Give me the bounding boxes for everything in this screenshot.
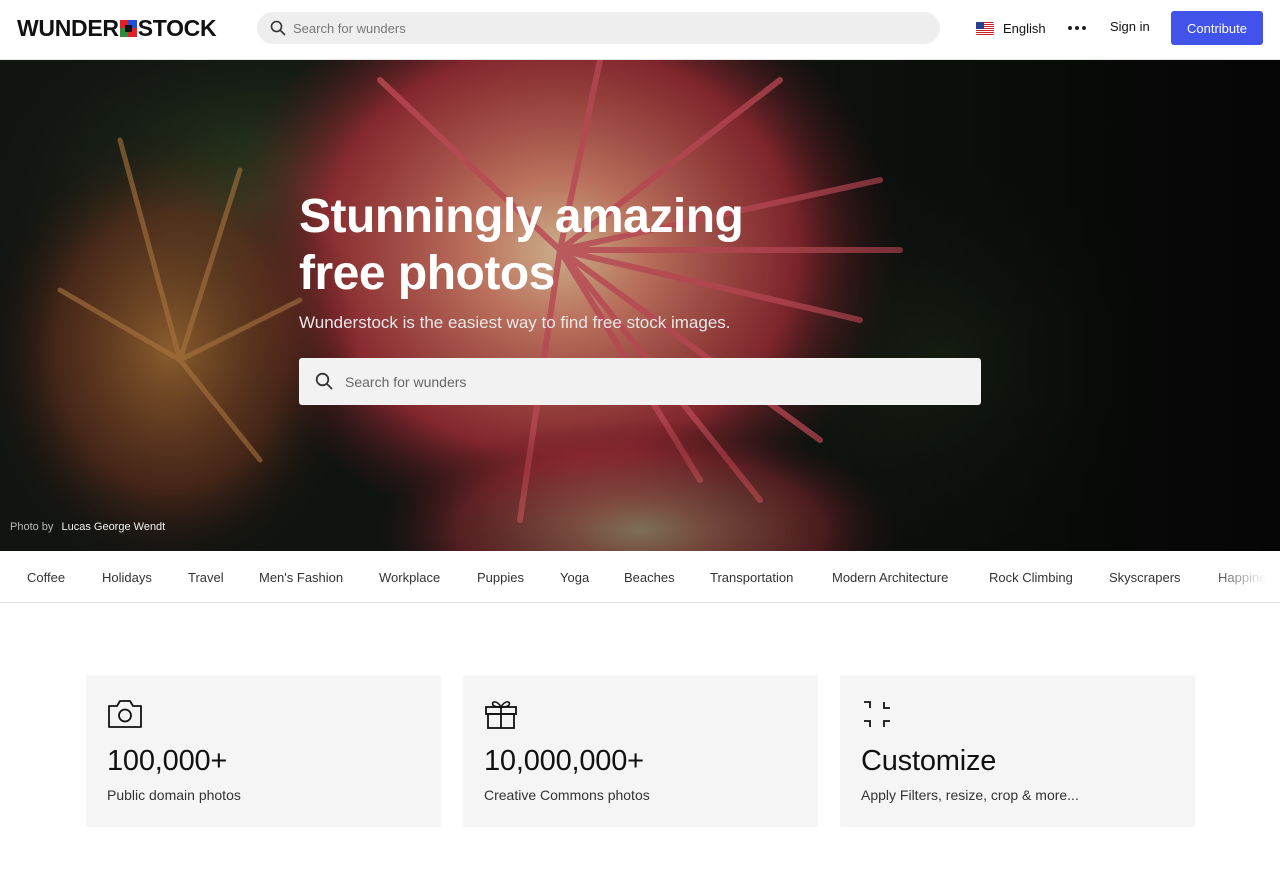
hero-background-photo: [0, 60, 1280, 551]
feature-value: 10,000,000+: [484, 745, 644, 777]
category-rock-climbing[interactable]: Rock Climbing: [989, 570, 1073, 585]
category-happiness[interactable]: Happiness: [1218, 570, 1279, 585]
logo-mark-icon: [119, 19, 137, 37]
category-travel[interactable]: Travel: [188, 570, 224, 585]
minimize-icon: [864, 701, 890, 727]
more-options-button[interactable]: [1066, 18, 1088, 38]
photo-credit-prefix: Photo by: [10, 521, 54, 533]
search-icon: [270, 20, 286, 36]
category-yoga[interactable]: Yoga: [560, 570, 589, 585]
logo-text-left: WUNDER: [17, 14, 119, 41]
more-horizontal-icon: [1068, 26, 1072, 30]
feature-label: Apply Filters, resize, crop & more...: [861, 787, 1079, 803]
language-label: English: [1003, 20, 1046, 36]
category-mens-fashion[interactable]: Men's Fashion: [259, 570, 343, 585]
hero-subtitle: Wunderstock is the easiest way to find f…: [299, 313, 731, 332]
camera-icon: [108, 700, 142, 728]
category-bar: Coffee Holidays Travel Men's Fashion Wor…: [0, 551, 1280, 603]
feature-label: Public domain photos: [107, 787, 241, 803]
category-workplace[interactable]: Workplace: [379, 570, 440, 585]
feature-label: Creative Commons photos: [484, 787, 650, 803]
feature-card-customize: Customize Apply Filters, resize, crop & …: [840, 675, 1195, 827]
hero-search-input[interactable]: [345, 358, 965, 405]
hero-section: Stunningly amazing free photos Wundersto…: [0, 60, 1280, 551]
search-icon: [315, 372, 333, 390]
us-flag-icon: [976, 21, 994, 35]
contribute-button[interactable]: Contribute: [1171, 11, 1263, 45]
gift-icon: [485, 701, 517, 729]
photographer-link[interactable]: Lucas George Wendt: [61, 521, 165, 533]
feature-value: 100,000+: [107, 745, 228, 777]
feature-card-creative-commons: 10,000,000+ Creative Commons photos: [463, 675, 818, 827]
category-holidays[interactable]: Holidays: [102, 570, 152, 585]
language-selector[interactable]: English: [976, 18, 1046, 38]
category-modern-architecture[interactable]: Modern Architecture: [832, 570, 948, 585]
header-search-bar[interactable]: [257, 12, 940, 44]
category-puppies[interactable]: Puppies: [477, 570, 524, 585]
logo-text-right: STOCK: [137, 14, 217, 41]
hero-title: Stunningly amazing free photos: [299, 190, 744, 300]
category-transportation[interactable]: Transportation: [710, 570, 793, 585]
hero-search-bar[interactable]: [299, 358, 981, 405]
feature-value: Customize: [861, 745, 997, 777]
wunderstock-logo[interactable]: WUNDER STOCK: [17, 14, 217, 42]
header-search-input[interactable]: [293, 12, 923, 44]
category-coffee[interactable]: Coffee: [27, 570, 65, 585]
category-beaches[interactable]: Beaches: [624, 570, 675, 585]
category-skyscrapers[interactable]: Skyscrapers: [1109, 570, 1181, 585]
feature-card-public-domain: 100,000+ Public domain photos: [86, 675, 441, 827]
photo-credit: Photo by Lucas George Wendt: [10, 521, 165, 533]
top-navigation-bar: WUNDER STOCK Search for wunders English …: [0, 0, 1280, 60]
sign-in-link[interactable]: Sign in: [1110, 19, 1150, 34]
